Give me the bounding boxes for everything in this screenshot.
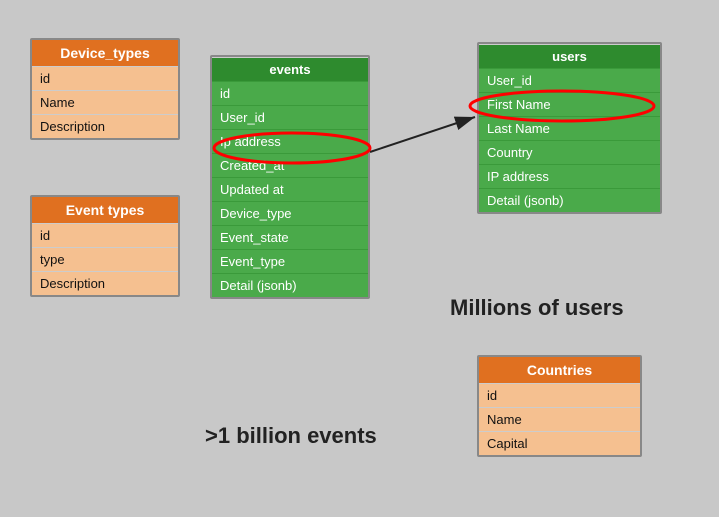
users-header: users	[479, 44, 660, 68]
table-row: User_id	[479, 68, 660, 92]
table-row: First Name	[479, 92, 660, 116]
table-row: id	[32, 223, 178, 247]
table-row: id	[479, 383, 640, 407]
table-row: Updated at	[212, 177, 368, 201]
users-annotation: Millions of users	[450, 295, 624, 321]
device-types-table: Device_types id Name Description	[30, 38, 180, 140]
table-row: Description	[32, 114, 178, 138]
table-row: id	[32, 66, 178, 90]
table-row: Detail (jsonb)	[212, 273, 368, 297]
diagram-container: Device_types id Name Description Event t…	[0, 0, 719, 517]
table-row: Device_type	[212, 201, 368, 225]
events-table: events id User_id Ip address Created_at …	[210, 55, 370, 299]
table-row: id	[212, 81, 368, 105]
table-row: Event_state	[212, 225, 368, 249]
table-row: type	[32, 247, 178, 271]
events-annotation: >1 billion events	[205, 423, 377, 449]
table-row: Description	[32, 271, 178, 295]
countries-table: Countries id Name Capital	[477, 355, 642, 457]
table-row: Created_at	[212, 153, 368, 177]
table-row: Detail (jsonb)	[479, 188, 660, 212]
table-row: Event_type	[212, 249, 368, 273]
table-row: Name	[32, 90, 178, 114]
event-types-table: Event types id type Description	[30, 195, 180, 297]
table-row: Ip address	[212, 129, 368, 153]
table-row: Country	[479, 140, 660, 164]
table-row: User_id	[212, 105, 368, 129]
users-table: users User_id First Name Last Name Count…	[477, 42, 662, 214]
table-row: IP address	[479, 164, 660, 188]
events-header: events	[212, 57, 368, 81]
event-types-header: Event types	[32, 197, 178, 223]
device-types-header: Device_types	[32, 40, 178, 66]
table-row: Name	[479, 407, 640, 431]
countries-header: Countries	[479, 357, 640, 383]
table-row: Last Name	[479, 116, 660, 140]
table-row: Capital	[479, 431, 640, 455]
